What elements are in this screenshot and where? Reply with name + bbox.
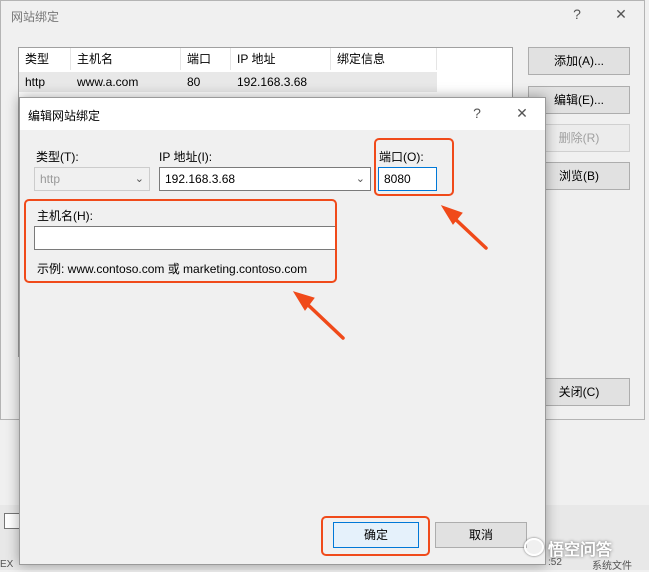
arrow-to-hostname (292, 291, 345, 340)
watermark-text: 悟空问答 (548, 542, 613, 559)
watermark-logo-icon (524, 538, 544, 556)
annotation-arrows (292, 205, 488, 340)
arrow-to-port (440, 205, 488, 250)
